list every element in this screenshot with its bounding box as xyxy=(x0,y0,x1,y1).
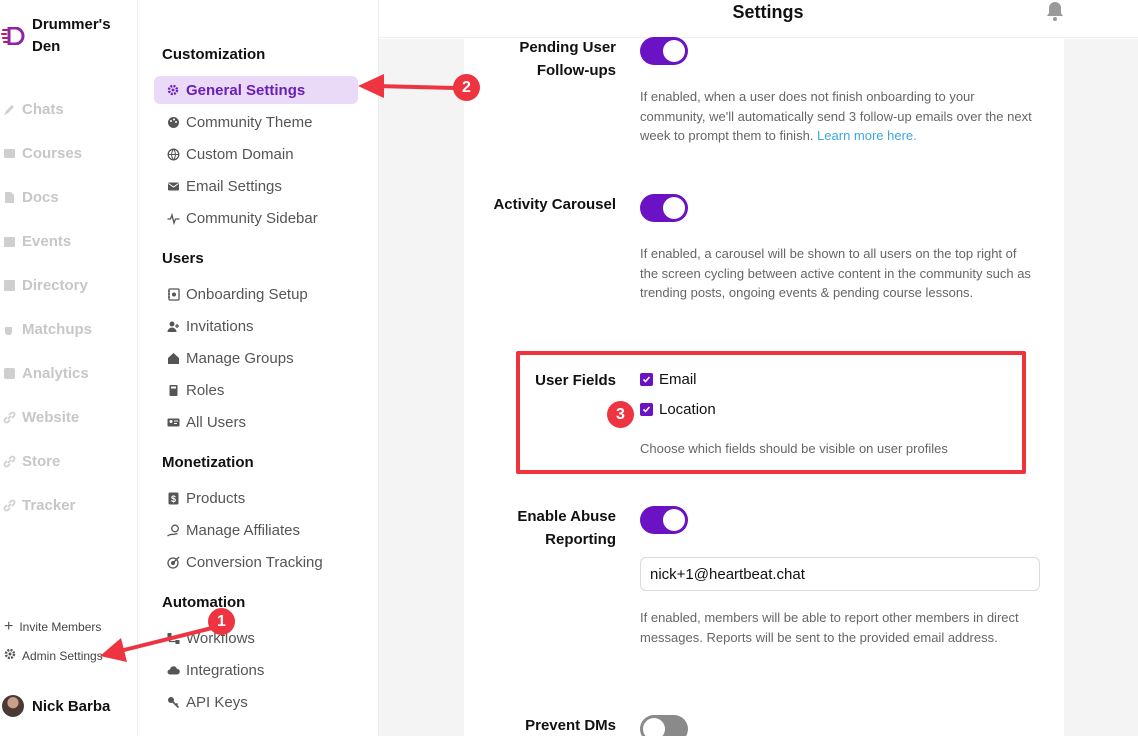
annotation-badge-1: 1 xyxy=(208,608,235,635)
annotation-badge-2: 2 xyxy=(453,74,480,101)
arrow-2-head xyxy=(358,74,384,98)
annotation-arrows xyxy=(100,74,457,662)
arrow-1-head xyxy=(100,638,127,662)
app-root: Drummer's Den Chats Courses Docs Events … xyxy=(0,0,1138,736)
annotation-badge-3: 3 xyxy=(607,401,634,428)
arrow-1-line xyxy=(118,626,214,653)
arrow-2-line xyxy=(376,84,457,90)
